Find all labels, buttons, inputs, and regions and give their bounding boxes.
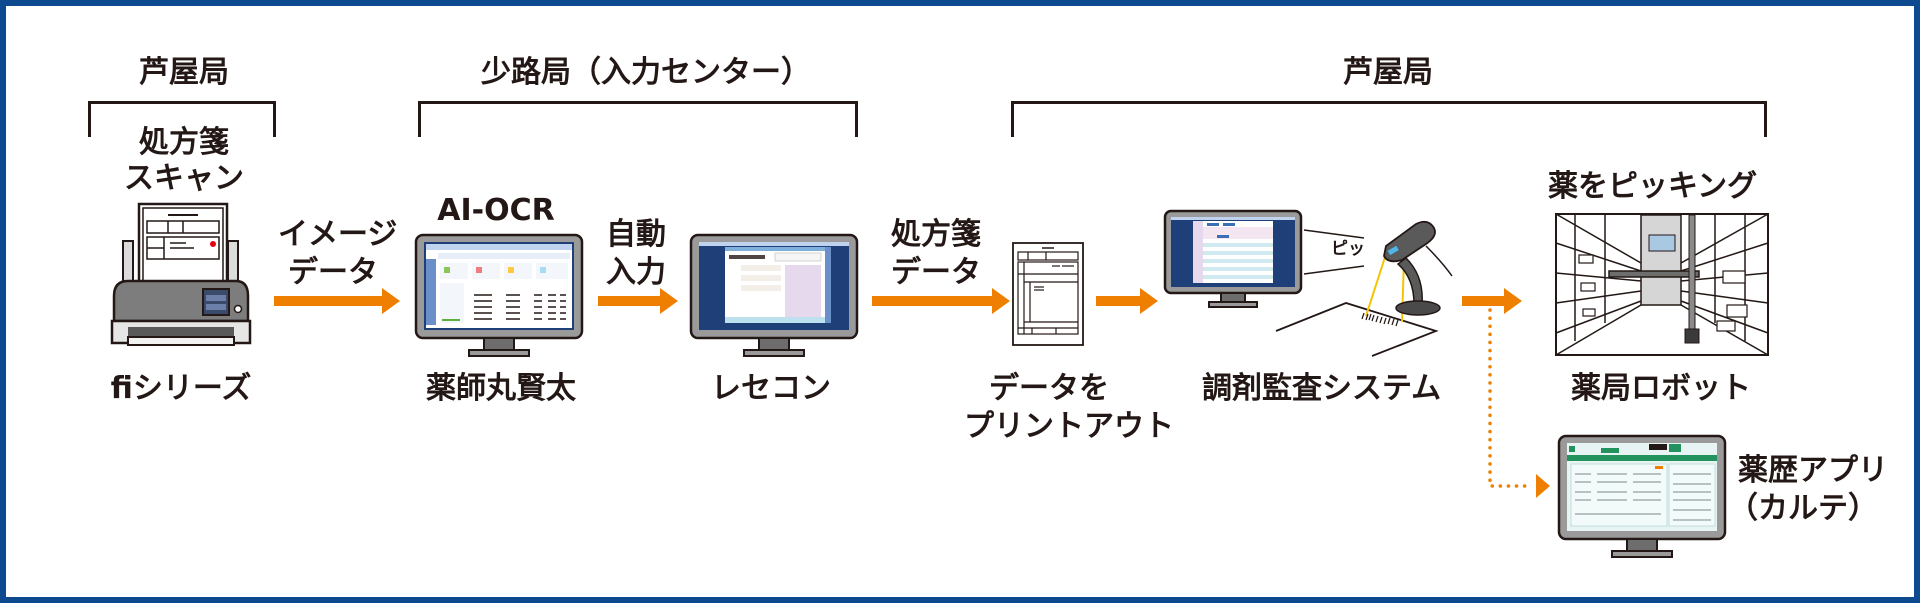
arrow-rececon-to-printout — [872, 288, 1010, 314]
edge-label-auto-input-line2: 入力 — [606, 255, 666, 290]
printed-prescription-icon — [1012, 242, 1084, 346]
group-label-ashiya-2: 芦屋局 — [1343, 55, 1433, 90]
drug-history-app-monitor-icon — [1557, 434, 1727, 558]
rececon-monitor-icon — [689, 233, 859, 357]
scan-caption-line1: 処方箋 — [139, 125, 229, 160]
pharmacy-robot-icon — [1555, 213, 1769, 356]
ocr-monitor-icon — [414, 233, 584, 357]
group-bracket-shoji — [418, 101, 858, 137]
arrow-ocr-to-rececon — [598, 288, 678, 314]
rececon-label: レセコン — [711, 371, 831, 406]
ocr-caption: AI-OCR — [437, 193, 555, 228]
diagram-frame: 芦屋局 少路局（入力センター） 芦屋局 処方箋 スキャン fiシリーズ イメージ… — [0, 0, 1920, 603]
history-app-label-line1: 薬歴アプリ — [1738, 453, 1888, 488]
printout-label-line2: プリントアウト — [964, 409, 1174, 444]
edge-label-image-data-line2: データ — [288, 255, 378, 290]
picking-caption: 薬をピッキング — [1548, 169, 1758, 204]
scan-caption-line2: スキャン — [124, 161, 244, 196]
scanner-icon — [110, 202, 252, 346]
edge-label-rx-data-line2: データ — [891, 255, 981, 290]
printout-label-line1: データを — [989, 371, 1109, 406]
barcode-scanner-icon — [1275, 220, 1453, 357]
edge-label-image-data-line1: イメージ — [278, 217, 398, 252]
dotted-arrow-audit-to-history — [1488, 308, 1550, 498]
group-bracket-ashiya-2 — [1011, 101, 1767, 137]
history-app-label-line2: （カルテ） — [1728, 491, 1878, 526]
group-label-ashiya-1: 芦屋局 — [139, 55, 229, 90]
arrow-printout-to-audit — [1096, 288, 1158, 314]
arrow-scanner-to-ocr — [274, 288, 400, 314]
edge-label-auto-input-line1: 自動 — [606, 217, 666, 252]
robot-label: 薬局ロボット — [1571, 371, 1751, 406]
scanner-label: fiシリーズ — [110, 371, 252, 406]
group-label-shoji: 少路局（入力センター） — [481, 55, 811, 90]
ocr-label: 薬師丸賢太 — [426, 371, 576, 406]
edge-label-rx-data-line1: 処方箋 — [891, 217, 981, 252]
audit-label: 調剤監査システム — [1202, 371, 1442, 406]
arrow-audit-to-robot — [1462, 288, 1522, 314]
